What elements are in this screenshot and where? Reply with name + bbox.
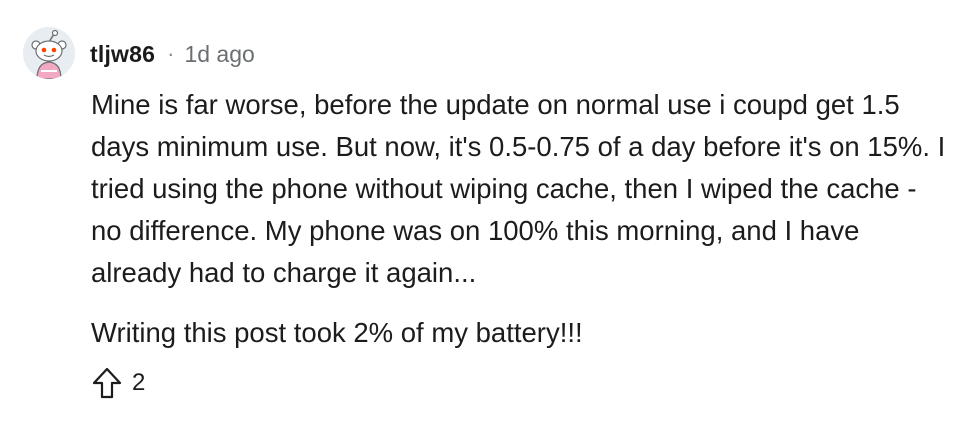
comment-body: Mine is far worse, before the update on … (91, 84, 951, 354)
comment-paragraph: Writing this post took 2% of my battery!… (91, 317, 583, 348)
comment-header: tljw86 · 1d ago (90, 36, 255, 72)
comment-timestamp[interactable]: 1d ago (184, 41, 254, 68)
username-link[interactable]: tljw86 (90, 41, 155, 68)
comment: tljw86 · 1d ago Mine is far worse, befor… (0, 0, 960, 431)
upvote-button[interactable] (90, 366, 124, 400)
vote-score: 2 (132, 369, 146, 396)
comment-actions: 2 (90, 363, 145, 403)
snoo-avatar-icon (23, 27, 75, 79)
meta-separator: · (167, 41, 175, 66)
user-avatar[interactable] (23, 27, 75, 79)
upvote-arrow-icon (92, 367, 122, 399)
comment-paragraph: Mine is far worse, before the update on … (91, 89, 946, 288)
